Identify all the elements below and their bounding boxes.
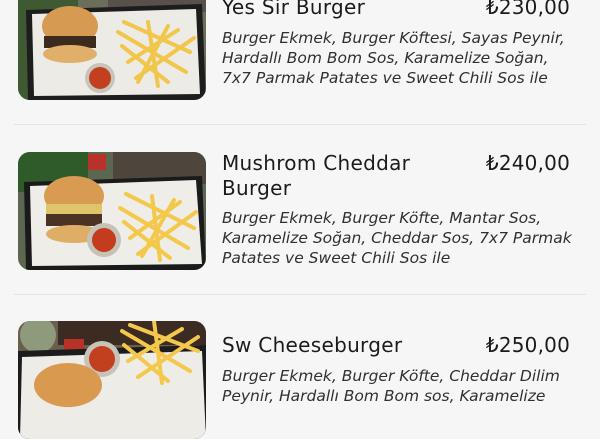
burger-fries-photo: [18, 321, 206, 439]
item-name: Sw Cheeseburger: [222, 333, 403, 357]
item-description: Burger Ekmek, Burger Köftesi, Sayas Peyn…: [222, 29, 565, 87]
item-description: Burger Ekmek, Burger Köfte, Mantar Sos, …: [222, 209, 572, 267]
menu-item-photo: [18, 0, 206, 100]
menu-item-photo: [18, 321, 206, 439]
item-description: Burger Ekmek, Burger Köfte, Cheddar Dili…: [222, 367, 560, 405]
item-price: ₺230,00: [485, 0, 570, 19]
divider: [14, 124, 586, 125]
divider: [14, 294, 586, 295]
item-price: ₺240,00: [485, 151, 570, 175]
burger-fries-photo: [18, 152, 206, 270]
menu-item-photo: [18, 152, 206, 270]
item-name: Mushrom Cheddar Burger: [222, 151, 411, 200]
burger-fries-photo: [18, 0, 206, 100]
item-price: ₺250,00: [485, 333, 570, 357]
item-name: Yes Sir Burger: [222, 0, 366, 19]
